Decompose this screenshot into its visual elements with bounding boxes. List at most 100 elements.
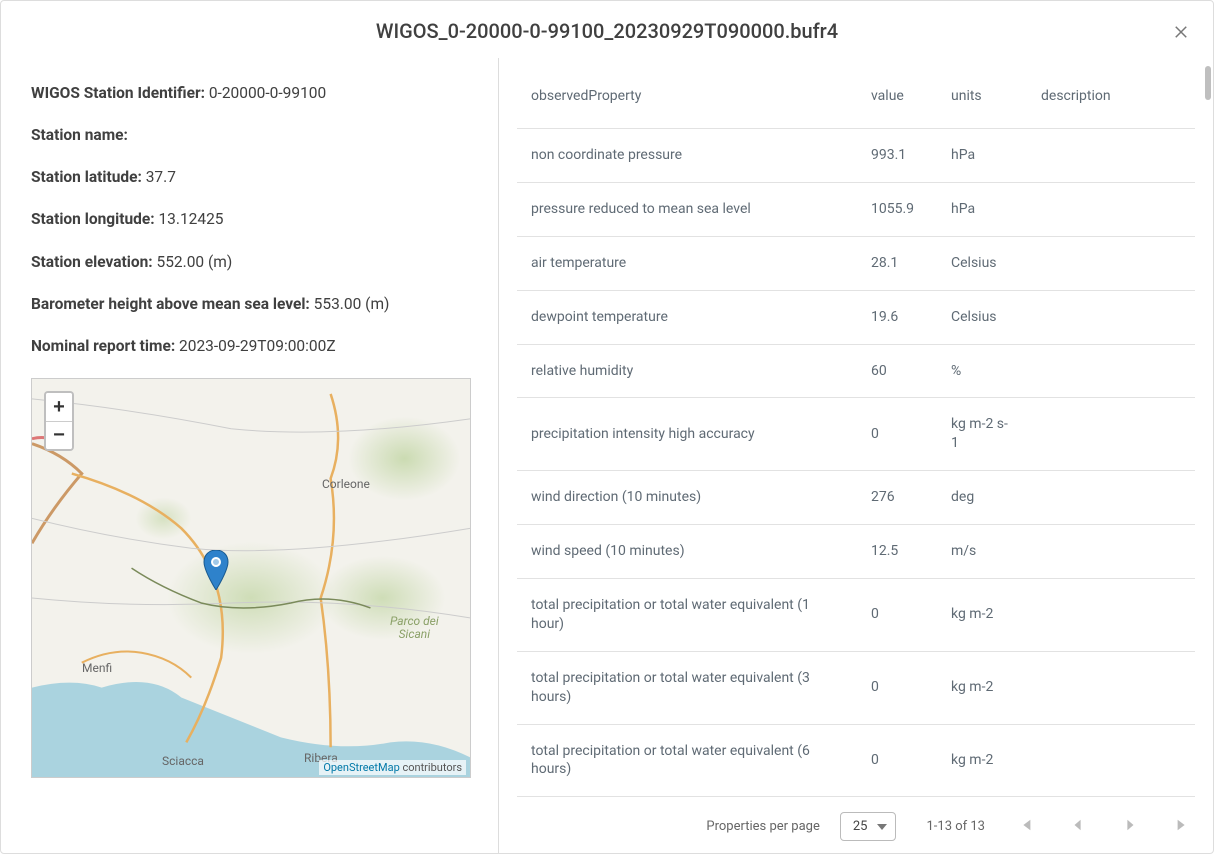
col-header-value: value [857,58,937,129]
table-row: relative humidity60% [517,344,1195,398]
meta-row: Station latitude: 37.7 [31,167,468,187]
cell-desc [1027,129,1195,183]
dialog-header: WIGOS_0-20000-0-99100_20230929T090000.bu… [1,1,1213,58]
map-attribution: OpenStreetMap contributors [319,760,466,775]
meta-value: 553.00 (m) [310,295,390,313]
cell-units: kg m-2 [937,579,1027,652]
cell-units: hPa [937,129,1027,183]
pin-icon [203,550,228,590]
cell-desc [1027,290,1195,344]
cell-units: Celsius [937,236,1027,290]
meta-row: WIGOS Station Identifier: 0-20000-0-9910… [31,83,468,103]
dialog-title: WIGOS_0-20000-0-99100_20230929T090000.bu… [21,19,1193,43]
cell-prop: wind speed (10 minutes) [517,525,857,579]
zoom-out-button[interactable]: − [46,421,72,449]
cell-desc [1027,471,1195,525]
page-first-icon [1019,818,1033,832]
per-page-value: 25 [853,819,868,834]
cell-desc [1027,651,1195,724]
right-panel: observedProperty value units description… [499,58,1213,853]
per-page-select[interactable]: 25 [840,812,897,841]
cell-value: 0 [857,398,937,471]
cell-value: 60 [857,344,937,398]
page-last-button[interactable] [1171,814,1193,839]
cell-prop: non coordinate pressure [517,129,857,183]
meta-label: Station name: [31,126,128,144]
cell-units: kg m-2 s-1 [937,398,1027,471]
chevron-down-icon [877,824,887,830]
properties-table: observedProperty value units description… [517,58,1195,800]
attribution-suffix: contributors [400,761,462,774]
meta-label: Nominal report time: [31,337,175,355]
cell-desc [1027,525,1195,579]
dialog-content: WIGOS Station Identifier: 0-20000-0-9910… [1,58,1213,853]
cell-value: 19.6 [857,290,937,344]
meta-label: Station longitude: [31,210,155,228]
page-prev-button[interactable] [1067,814,1089,839]
cell-prop: precipitation intensity high accuracy [517,398,857,471]
map[interactable]: Corleone Menfi Sciacca Ribera Parco dei … [31,378,471,778]
table-scroll[interactable]: observedProperty value units description… [499,58,1213,800]
cell-desc [1027,182,1195,236]
meta-list: WIGOS Station Identifier: 0-20000-0-9910… [31,83,468,356]
cell-prop: total precipitation or total water equiv… [517,651,857,724]
close-button[interactable] [1169,21,1193,45]
cell-value: 0 [857,651,937,724]
map-roads [32,379,470,777]
table-row: total precipitation or total water equiv… [517,724,1195,797]
meta-value: 13.12425 [155,210,224,228]
map-label-parco: Parco dei Sicani [390,615,439,641]
table-row: wind speed (10 minutes)12.5m/s [517,525,1195,579]
table-row: pressure reduced to mean sea level1055.9… [517,182,1195,236]
scrollbar[interactable] [1205,66,1211,100]
cell-value: 12.5 [857,525,937,579]
cell-desc [1027,724,1195,797]
pager-buttons [1015,814,1193,839]
cell-units: kg m-2 [937,651,1027,724]
meta-label: WIGOS Station Identifier: [31,84,205,102]
zoom-control: + − [44,391,74,451]
cell-desc [1027,344,1195,398]
cell-value: 276 [857,471,937,525]
meta-label: Station elevation: [31,253,153,271]
map-label-sciacca: Sciacca [162,754,204,768]
meta-row: Station name: [31,125,468,145]
page-last-icon [1175,818,1189,832]
cell-prop: dewpoint temperature [517,290,857,344]
cell-units: Celsius [937,290,1027,344]
col-header-units: units [937,58,1027,129]
map-marker[interactable] [203,550,228,590]
meta-label: Barometer height above mean sea level: [31,295,310,313]
meta-row: Station elevation: 552.00 (m) [31,252,468,272]
table-row: precipitation intensity high accuracy0kg… [517,398,1195,471]
meta-value: 0-20000-0-99100 [205,84,326,102]
meta-value: 37.7 [142,168,176,186]
col-header-desc: description [1027,58,1195,129]
left-panel: WIGOS Station Identifier: 0-20000-0-9910… [1,58,499,853]
dialog: WIGOS_0-20000-0-99100_20230929T090000.bu… [0,0,1214,854]
cell-prop: air temperature [517,236,857,290]
cell-value: 993.1 [857,129,937,183]
cell-units: deg [937,471,1027,525]
meta-value: 2023-09-29T09:00:00Z [175,337,335,355]
map-label-parco-line2: Sicani [399,627,430,641]
osm-link[interactable]: OpenStreetMap [323,761,399,774]
page-next-button[interactable] [1119,814,1141,839]
cell-units: % [937,344,1027,398]
chevron-left-icon [1071,818,1085,832]
meta-row: Barometer height above mean sea level: 5… [31,294,468,314]
cell-value: 0 [857,724,937,797]
pager: Properties per page 25 1-13 of 13 [499,800,1213,853]
cell-value: 1055.9 [857,182,937,236]
map-label-corleone: Corleone [322,477,370,491]
cell-prop: total precipitation or total water equiv… [517,724,857,797]
close-icon [1172,23,1190,41]
cell-prop: wind direction (10 minutes) [517,471,857,525]
page-first-button[interactable] [1015,814,1037,839]
zoom-in-button[interactable]: + [46,393,72,421]
per-page-label: Properties per page [706,819,819,834]
cell-prop: total precipitation or total water equiv… [517,579,857,652]
meta-row: Nominal report time: 2023-09-29T09:00:00… [31,336,468,356]
chevron-right-icon [1123,818,1137,832]
table-row: total precipitation or total water equiv… [517,651,1195,724]
